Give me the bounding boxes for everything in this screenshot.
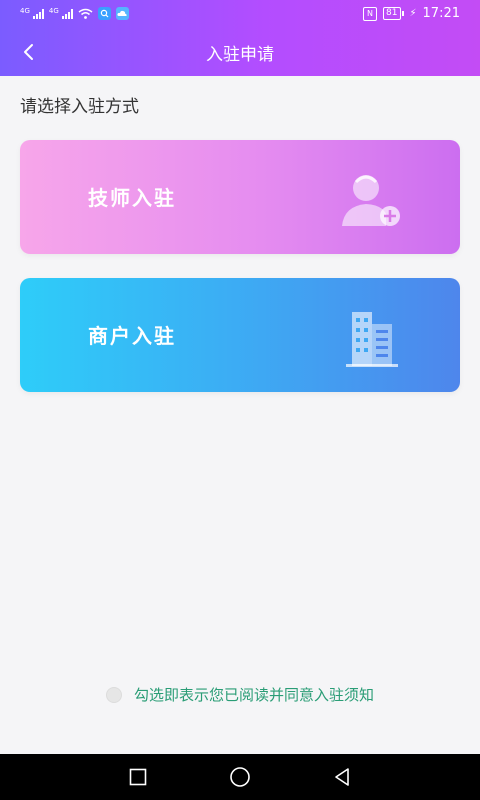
back-system-button[interactable] bbox=[312, 754, 372, 800]
screen: 4G 4G N 81 ⚡ 17:21 入驻申请 请选择入驻方式 技师入驻 商户入… bbox=[0, 0, 480, 800]
page-title: 入驻申请 bbox=[206, 45, 274, 65]
technician-join-card[interactable]: 技师入驻 bbox=[20, 140, 460, 254]
status-time: 17:21 bbox=[422, 6, 460, 21]
network-label-1: 4G bbox=[20, 7, 30, 15]
network-label-2: 4G bbox=[48, 7, 59, 15]
square-icon bbox=[129, 768, 147, 786]
navigation-bar: 入驻申请 bbox=[0, 30, 480, 76]
header-area: 4G 4G N 81 ⚡ 17:21 入驻申请 bbox=[0, 0, 480, 76]
status-bar: 4G 4G N 81 ⚡ 17:21 bbox=[0, 0, 480, 30]
wifi-icon bbox=[78, 8, 93, 19]
status-left: 4G 4G bbox=[20, 7, 129, 20]
choose-method-label: 请选择入驻方式 bbox=[20, 97, 139, 117]
cloud-icon bbox=[115, 7, 129, 20]
circle-icon bbox=[230, 767, 250, 787]
search-app-icon bbox=[97, 7, 111, 20]
agreement-checkbox[interactable] bbox=[105, 686, 122, 703]
building-icon bbox=[346, 312, 398, 367]
charging-icon: ⚡ bbox=[409, 8, 417, 19]
agreement-text[interactable]: 勾选即表示您已阅读并同意入驻须知 bbox=[134, 684, 374, 705]
person-add-icon bbox=[342, 175, 400, 226]
system-navigation-bar bbox=[0, 754, 480, 800]
nfc-icon: N bbox=[363, 6, 378, 21]
signal-icon bbox=[32, 8, 44, 19]
triangle-back-icon bbox=[335, 768, 349, 786]
technician-join-label: 技师入驻 bbox=[88, 186, 176, 210]
home-button[interactable] bbox=[210, 754, 270, 800]
battery-icon: 81 bbox=[383, 7, 404, 20]
recent-apps-button[interactable] bbox=[108, 754, 168, 800]
status-right: N 81 ⚡ 17:21 bbox=[363, 6, 460, 21]
signal-icon bbox=[61, 8, 73, 19]
agreement-row: 勾选即表示您已阅读并同意入驻须知 bbox=[0, 684, 480, 705]
merchant-join-label: 商户入驻 bbox=[88, 324, 176, 348]
merchant-join-card[interactable]: 商户入驻 bbox=[20, 278, 460, 392]
battery-level: 81 bbox=[383, 7, 401, 20]
